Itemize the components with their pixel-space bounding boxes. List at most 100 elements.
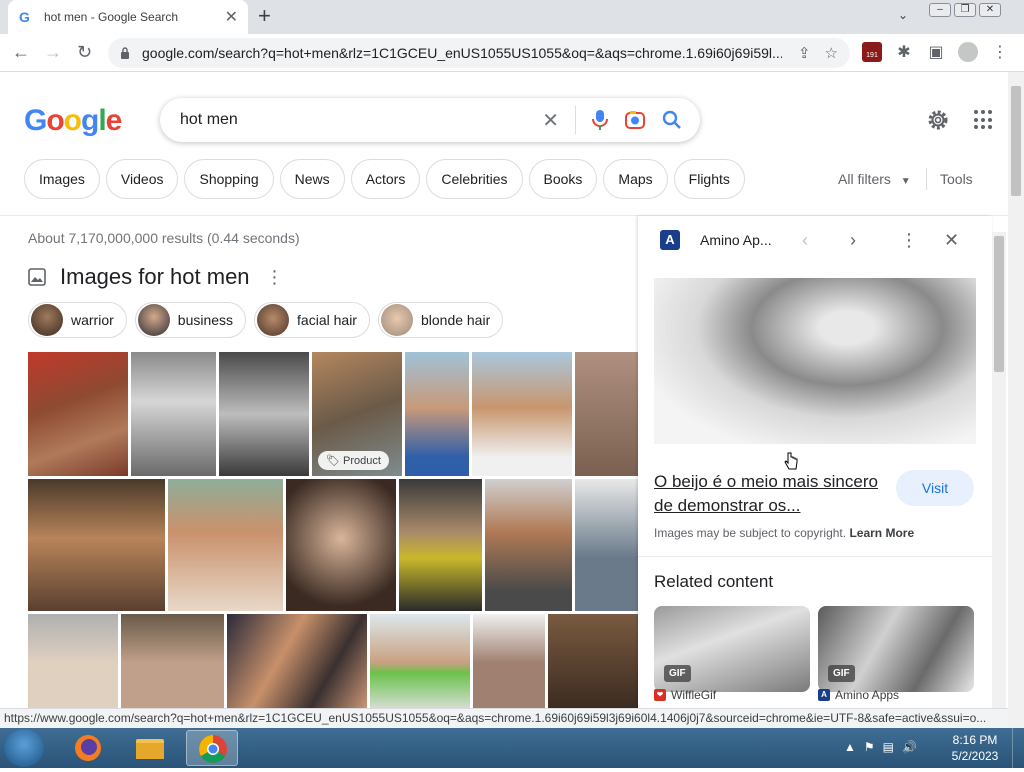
chip-actors[interactable]: Actors — [350, 159, 421, 199]
tab-close-icon[interactable]: ✕ — [225, 7, 238, 27]
image-result[interactable] — [227, 614, 367, 708]
tab-search-chevron-icon[interactable]: ⌄ — [898, 8, 908, 22]
refine-chip-facial-hair[interactable]: facial hair — [254, 302, 370, 338]
related-source[interactable]: ❤ WiffleGif — [654, 688, 716, 702]
image-result[interactable] — [168, 479, 283, 611]
new-tab-button[interactable]: + — [258, 5, 271, 27]
image-result[interactable] — [575, 479, 638, 611]
visit-button[interactable]: Visit — [896, 470, 974, 506]
forward-arrow-icon[interactable]: → — [44, 42, 62, 62]
image-result[interactable] — [121, 614, 224, 708]
volume-icon[interactable]: 🔊 — [902, 740, 917, 754]
image-result[interactable] — [405, 352, 469, 476]
chip-maps[interactable]: Maps — [603, 159, 668, 199]
extension-red-icon[interactable]: 191 — [862, 42, 882, 62]
image-result[interactable] — [28, 352, 128, 476]
image-result[interactable] — [472, 352, 572, 476]
learn-more-link[interactable]: Learn More — [849, 526, 914, 540]
image-result[interactable] — [286, 479, 396, 611]
refine-label: warrior — [71, 312, 114, 328]
panel-scrollbar[interactable] — [992, 232, 1006, 708]
page-scroll-thumb[interactable] — [1011, 86, 1021, 196]
image-result[interactable] — [28, 614, 118, 708]
gif-badge: GIF — [828, 665, 855, 682]
preview-image[interactable] — [654, 278, 976, 444]
chrome-taskbar-icon[interactable] — [186, 730, 238, 766]
network-icon[interactable]: ▤ — [883, 740, 894, 754]
refine-chip-warrior[interactable]: warrior — [28, 302, 127, 338]
bookmark-star-icon[interactable]: ☆ — [825, 44, 838, 62]
image-result[interactable] — [473, 614, 545, 708]
all-filters-button[interactable]: All filters ▼ — [838, 171, 911, 187]
refine-chip-blonde-hair[interactable]: blonde hair — [377, 302, 504, 338]
copyright-text: Images may be subject to copyright. — [654, 526, 847, 540]
share-icon[interactable]: ⇪ — [798, 44, 811, 62]
next-chevron-icon[interactable]: › — [850, 230, 856, 251]
more-options-icon[interactable]: ⋮ — [266, 267, 284, 288]
image-result[interactable] — [28, 479, 165, 611]
close-window-button[interactable]: ✕ — [979, 3, 1001, 17]
show-desktop-button[interactable] — [1012, 728, 1024, 768]
microphone-icon[interactable] — [592, 109, 608, 131]
side-panel-icon[interactable]: ▣ — [926, 42, 946, 62]
chip-images[interactable]: Images — [24, 159, 100, 199]
copyright-notice: Images may be subject to copyright. Lear… — [654, 526, 914, 540]
image-result[interactable] — [219, 352, 309, 476]
gif-badge: GIF — [664, 665, 691, 682]
image-result[interactable] — [575, 352, 638, 476]
action-center-flag-icon[interactable]: ⚑ — [864, 740, 875, 754]
chip-shopping[interactable]: Shopping — [184, 159, 274, 199]
chip-books[interactable]: Books — [528, 159, 598, 199]
reload-icon[interactable]: ↻ — [77, 42, 92, 62]
back-arrow-icon[interactable]: ← — [12, 42, 30, 62]
browser-tab[interactable]: G hot men - Google Search ✕ — [8, 0, 248, 34]
related-card[interactable]: GIF — [818, 606, 974, 692]
panel-source[interactable]: Amino Ap... — [700, 232, 800, 248]
chrome-menu-icon[interactable]: ⋮ — [990, 42, 1010, 62]
google-logo[interactable]: Google — [24, 104, 122, 138]
chip-flights[interactable]: Flights — [673, 159, 745, 199]
firefox-taskbar-icon[interactable] — [62, 730, 114, 766]
clear-search-icon[interactable]: ✕ — [542, 108, 559, 133]
windows-taskbar: ▲ ⚑ ▤ 🔊 8:16 PM 5/2/2023 — [0, 728, 1024, 768]
start-button[interactable] — [4, 729, 44, 767]
refine-chip-business[interactable]: business — [134, 302, 247, 338]
page-scrollbar[interactable] — [1008, 72, 1024, 708]
address-bar[interactable]: google.com/search?q=hot+men&rlz=1C1GCEU_… — [108, 38, 850, 68]
camera-lens-icon[interactable] — [624, 110, 646, 130]
search-results-page: Google hot men ✕ Images Videos Shopping … — [0, 72, 1008, 708]
preview-title-link[interactable]: O beijo é o meio mais sincero de demonst… — [654, 470, 884, 518]
chip-celebrities[interactable]: Celebrities — [426, 159, 523, 199]
taskbar-clock[interactable]: 8:16 PM 5/2/2023 — [950, 732, 1000, 764]
related-source[interactable]: A Amino Apps — [818, 688, 899, 702]
panel-scroll-thumb[interactable] — [994, 236, 1004, 372]
google-apps-icon[interactable] — [974, 110, 994, 130]
profile-avatar[interactable] — [958, 42, 978, 62]
image-preview-panel: A Amino Ap... ‹ › ⋮ ✕ O beijo é o meio m… — [638, 216, 992, 708]
image-result[interactable] — [399, 479, 482, 611]
image-refinements: warrior business facial hair blonde hair — [28, 302, 504, 338]
url-text: google.com/search?q=hot+men&rlz=1C1GCEU_… — [142, 45, 782, 61]
settings-gear-icon[interactable] — [926, 108, 950, 132]
search-icon[interactable] — [662, 110, 682, 130]
image-result[interactable] — [548, 614, 638, 708]
search-input[interactable]: hot men — [180, 111, 542, 129]
extensions-puzzle-icon[interactable]: ✱ — [894, 42, 914, 62]
restore-button[interactable]: ❐ — [954, 3, 976, 17]
tray-expand-icon[interactable]: ▲ — [844, 740, 856, 754]
chip-videos[interactable]: Videos — [105, 159, 179, 199]
chip-news[interactable]: News — [279, 159, 345, 199]
previous-chevron-icon[interactable]: ‹ — [802, 230, 808, 251]
image-result[interactable] — [370, 614, 470, 708]
minimize-button[interactable]: – — [929, 3, 951, 17]
close-panel-icon[interactable]: ✕ — [944, 230, 959, 251]
tools-button[interactable]: Tools — [940, 171, 973, 187]
image-result[interactable]: 🏷 Product — [312, 352, 402, 476]
search-box[interactable]: hot men ✕ — [160, 98, 700, 142]
refine-thumb — [380, 304, 413, 336]
image-result[interactable] — [485, 479, 572, 611]
panel-more-icon[interactable]: ⋮ — [900, 230, 918, 251]
image-result[interactable] — [131, 352, 216, 476]
related-card[interactable]: GIF — [654, 606, 810, 692]
file-explorer-taskbar-icon[interactable] — [124, 730, 176, 766]
